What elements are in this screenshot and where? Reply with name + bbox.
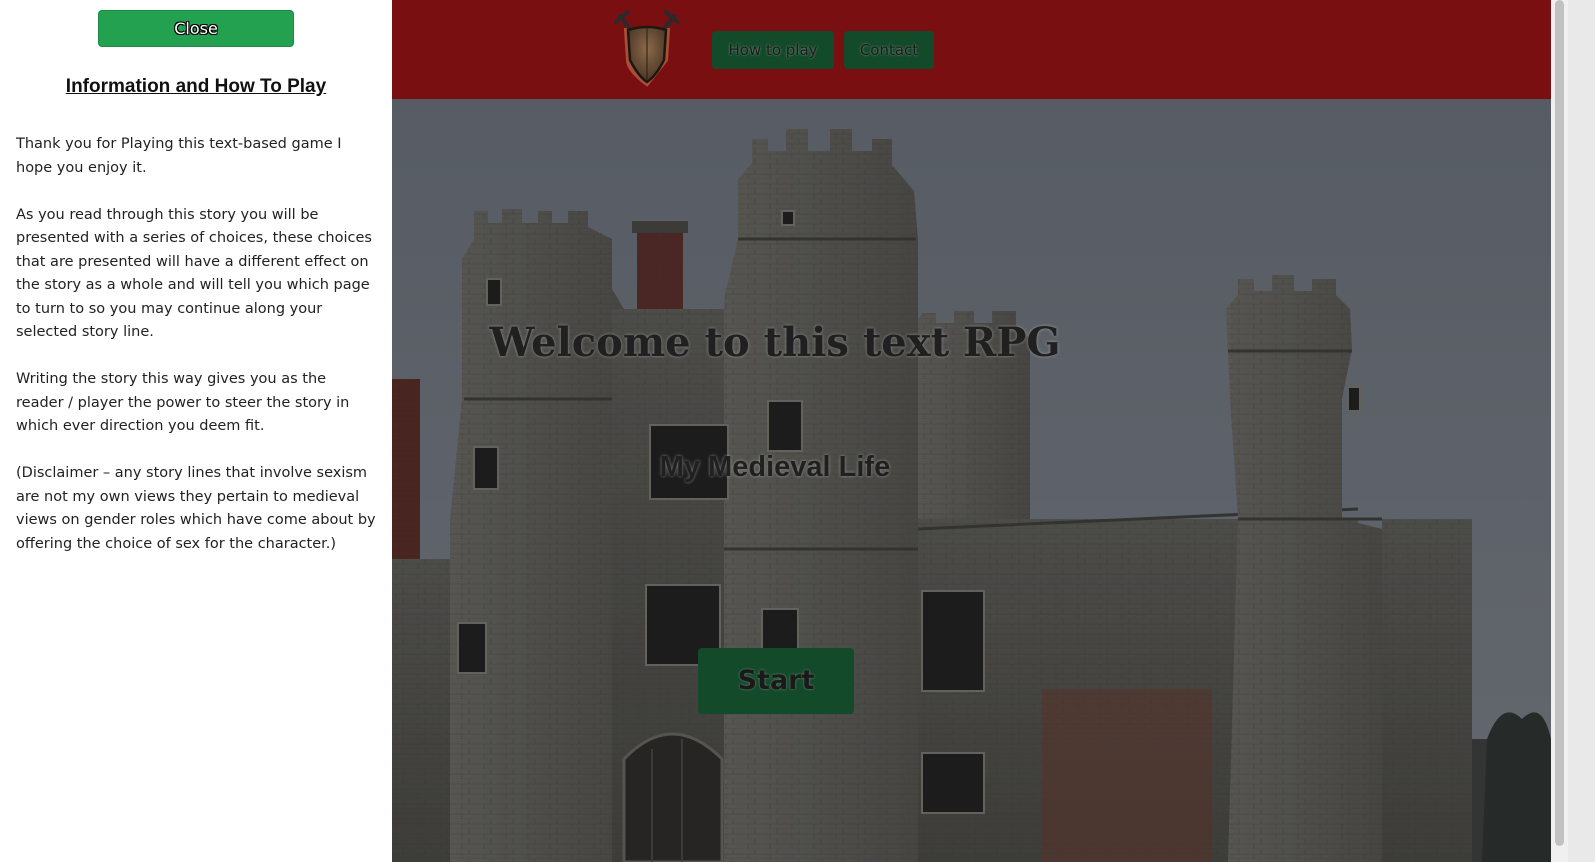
sidebar-paragraph: Writing the story this way gives you as … [16, 371, 350, 434]
sidebar-paragraph: As you read through this story you will … [16, 206, 372, 341]
scrollbar-thumb[interactable] [1555, 0, 1564, 846]
how-to-play-button[interactable]: How to play [712, 31, 834, 69]
header-bar: How to play Contact [392, 0, 1551, 99]
sidebar-paragraph: (Disclaimer – any story lines that invol… [16, 465, 376, 552]
sidebar-paragraph: Thank you for Playing this text-based ga… [16, 136, 342, 176]
main-content: How to play Contact Welcome to this text… [392, 0, 1551, 862]
hero-title: Welcome to this text RPG [489, 319, 1061, 366]
info-sidebar: Close Information and How To Play Thank … [0, 0, 392, 862]
close-button[interactable]: Close [98, 10, 294, 47]
hero-section: Welcome to this text RPG My Medieval Lif… [392, 99, 1551, 862]
sidebar-body: Thank you for Playing this text-based ga… [16, 133, 378, 580]
sidebar-title: Information and How To Play [65, 76, 327, 97]
contact-button[interactable]: Contact [844, 31, 934, 69]
shield-swords-icon[interactable] [614, 10, 680, 88]
page-scrollbar[interactable] [1551, 0, 1568, 862]
hero-subtitle: My Medieval Life [659, 451, 891, 483]
start-button[interactable]: Start [698, 648, 854, 714]
